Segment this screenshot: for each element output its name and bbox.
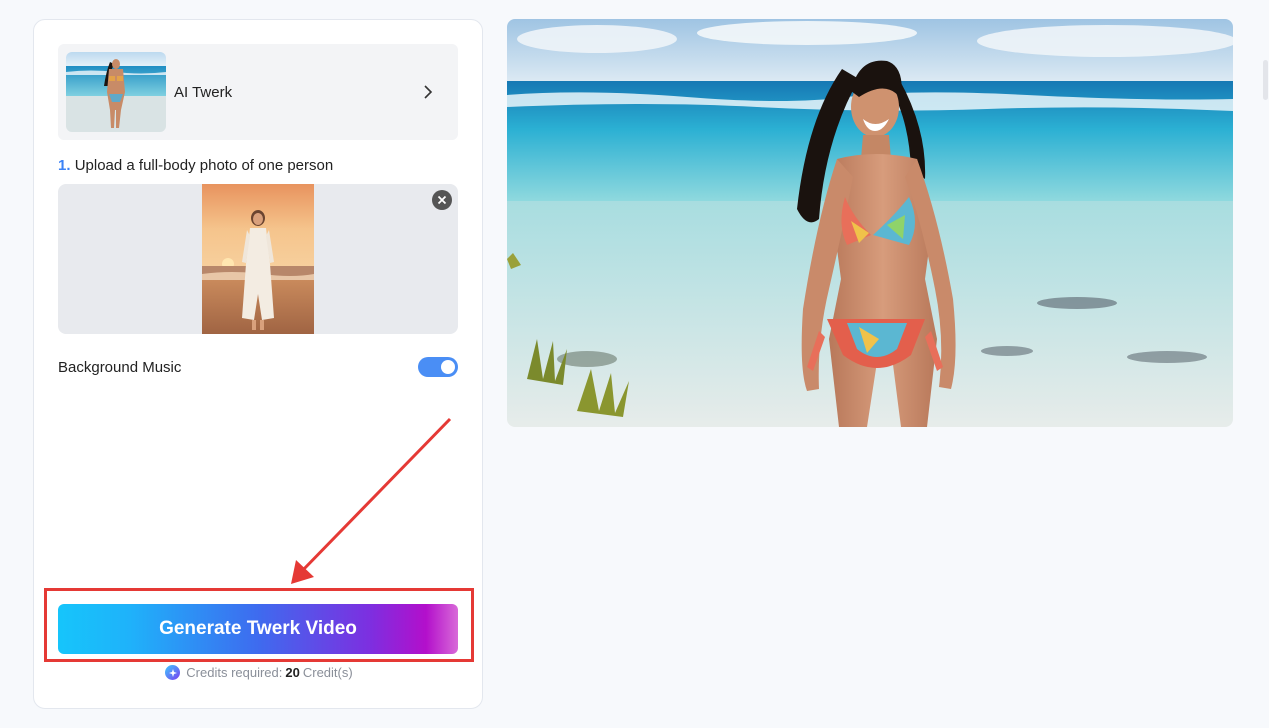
remove-photo-button[interactable] xyxy=(432,190,452,210)
step-number: 1. xyxy=(58,157,71,174)
tool-selector[interactable]: AI Twerk xyxy=(58,44,458,140)
chevron-right-icon xyxy=(418,82,438,102)
tool-name: AI Twerk xyxy=(174,83,233,101)
credits-info: Credits required: 20 Credit(s) xyxy=(34,665,484,680)
upload-step-label: 1. Upload a full-body photo of one perso… xyxy=(58,157,333,174)
upload-area[interactable] xyxy=(58,184,458,334)
close-icon xyxy=(437,195,447,205)
page-scrollbar[interactable] xyxy=(1261,0,1269,728)
annotation-highlight-box xyxy=(44,588,474,662)
credits-prefix: Credits required: xyxy=(186,665,283,680)
credit-coin-icon xyxy=(165,665,181,680)
step-text: Upload a full-body photo of one person xyxy=(74,157,334,174)
credits-value: 20 xyxy=(285,665,300,680)
uploaded-photo xyxy=(202,184,314,334)
toggle-knob xyxy=(441,360,455,374)
tool-thumbnail xyxy=(66,52,166,132)
credits-suffix: Credit(s) xyxy=(302,665,353,680)
background-music-row: Background Music xyxy=(58,357,458,377)
background-music-toggle[interactable] xyxy=(418,357,458,377)
scrollbar-thumb[interactable] xyxy=(1263,60,1268,100)
result-preview-image xyxy=(507,19,1233,427)
background-music-label: Background Music xyxy=(58,358,182,376)
